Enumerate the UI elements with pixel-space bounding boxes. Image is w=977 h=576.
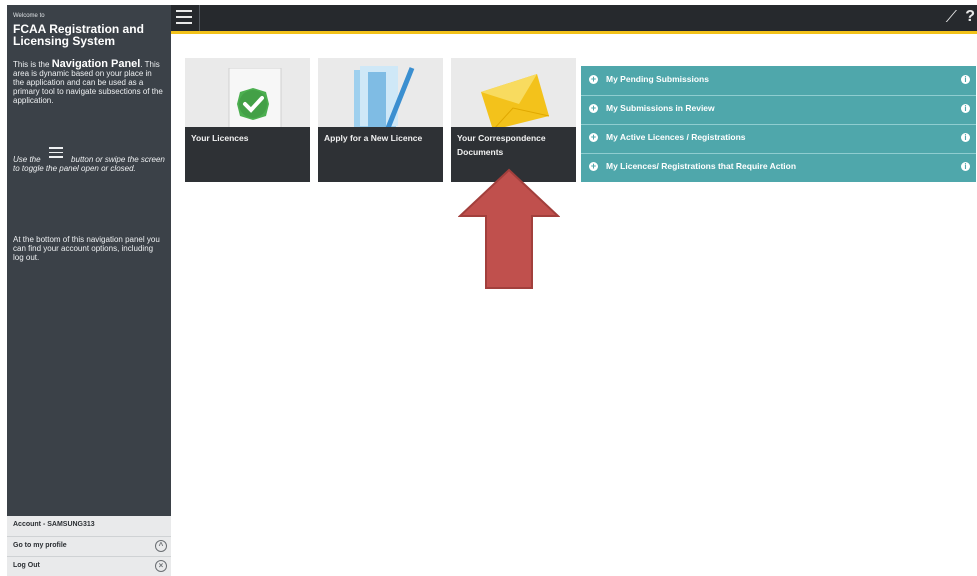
close-icon: ×	[155, 560, 167, 572]
intro-prefix: This is the	[13, 60, 50, 69]
divider	[199, 5, 200, 31]
row-label: My Active Licences / Registrations	[606, 132, 746, 142]
menu-toggle-button[interactable]	[176, 10, 192, 28]
account-label-row: Account - SAMSUNG313	[7, 516, 171, 534]
toggle-before: Use the	[13, 155, 41, 164]
folder-pen-icon	[354, 66, 415, 129]
row-active-licences[interactable]: + My Active Licences / Registrations i	[581, 124, 976, 154]
welcome-text: Welcome to	[13, 13, 45, 19]
system-title: FCAA Registration and Licensing System	[13, 22, 144, 48]
tile-label-area: Your Licences	[185, 127, 310, 182]
toggle-instructions: Use the button or swipe the screen to to…	[13, 147, 165, 173]
row-label: My Submissions in Review	[606, 103, 715, 113]
info-icon[interactable]: i	[961, 162, 970, 171]
licence-check-icon	[228, 68, 282, 131]
tile-correspondence-documents[interactable]: Your Correspondence Documents	[451, 58, 576, 182]
account-section: Account - SAMSUNG313 Go to my profile ^ …	[7, 516, 171, 576]
nav-panel-intro: This is the Navigation Panel. This area …	[13, 59, 165, 106]
row-label: My Licences/ Registrations that Require …	[606, 161, 797, 171]
accent-line	[171, 31, 977, 34]
envelope-icon	[481, 74, 550, 128]
saskatchewan-logo-icon: ⟋	[945, 9, 957, 26]
annotation-arrow-icon	[458, 168, 560, 289]
info-icon[interactable]: i	[961, 133, 970, 142]
tile-label: Apply for a New Licence	[324, 133, 423, 143]
account-label: Account - SAMSUNG313	[13, 521, 95, 528]
tile-label: Your Licences	[191, 133, 249, 143]
bottom-note: At the bottom of this navigation panel y…	[13, 235, 160, 262]
row-submissions-in-review[interactable]: + My Submissions in Review i	[581, 95, 976, 125]
expand-plus-icon: +	[589, 161, 598, 171]
tile-your-licences[interactable]: Your Licences	[185, 58, 310, 182]
expand-plus-icon: +	[589, 132, 598, 142]
tile-label: Your Correspondence Documents	[457, 133, 546, 157]
chevron-up-icon: ^	[155, 540, 167, 552]
row-pending-submissions[interactable]: + My Pending Submissions i	[581, 66, 976, 96]
profile-label: Go to my profile	[13, 542, 67, 549]
expand-plus-icon: +	[589, 103, 598, 113]
tile-label-area: Apply for a New Licence	[318, 127, 443, 182]
top-bar: ⟋ ?	[171, 5, 977, 31]
row-label: My Pending Submissions	[606, 74, 709, 84]
info-icon[interactable]: i	[961, 75, 970, 84]
expand-plus-icon: +	[589, 74, 598, 84]
logout-label: Log Out	[13, 562, 40, 569]
tile-apply-new-licence[interactable]: Apply for a New Licence	[318, 58, 443, 182]
hamburger-icon	[48, 147, 63, 161]
help-icon[interactable]: ?	[965, 8, 975, 26]
submissions-panel: + My Pending Submissions i + My Submissi…	[581, 66, 976, 182]
row-require-action[interactable]: + My Licences/ Registrations that Requir…	[581, 153, 976, 182]
profile-link[interactable]: Go to my profile ^	[7, 536, 171, 555]
navigation-panel: Welcome to FCAA Registration and Licensi…	[7, 5, 171, 576]
info-icon[interactable]: i	[961, 104, 970, 113]
logout-link[interactable]: Log Out ×	[7, 556, 171, 575]
